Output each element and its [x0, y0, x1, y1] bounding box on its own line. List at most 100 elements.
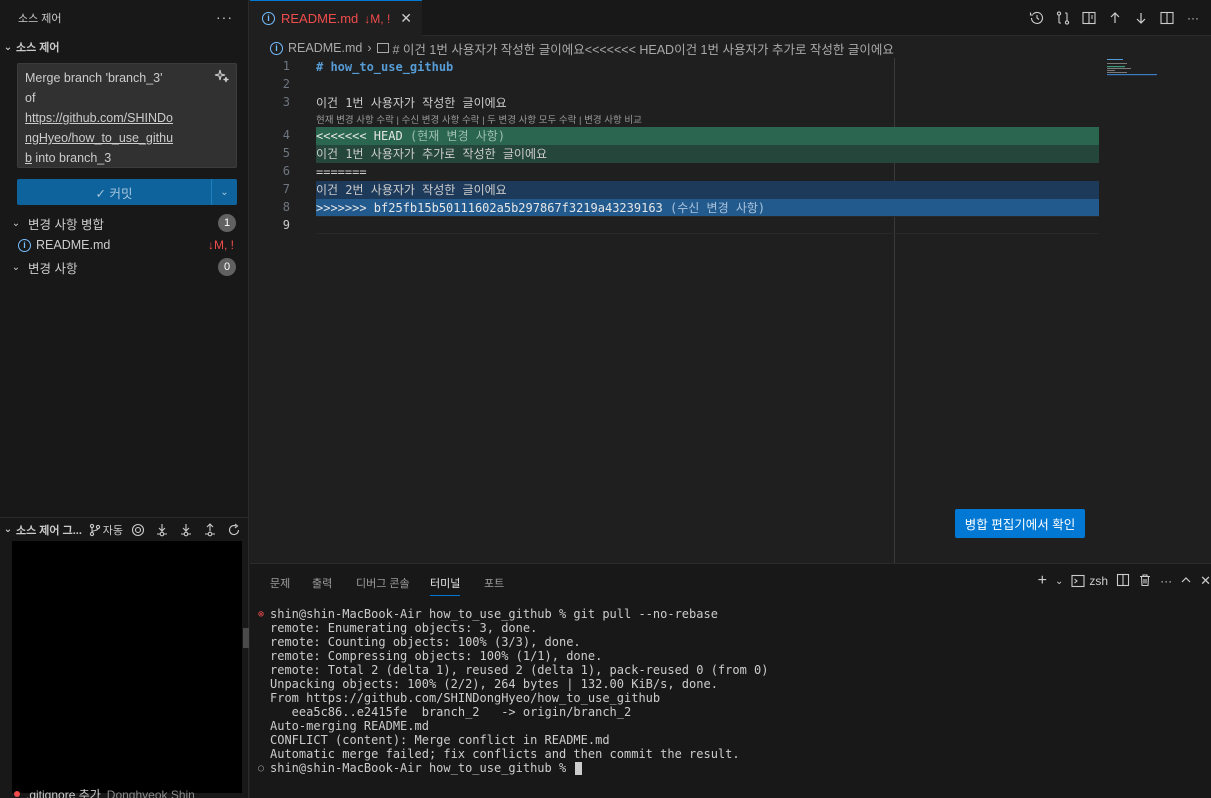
info-icon: i: [18, 238, 31, 252]
line-number: 1: [282, 59, 290, 73]
terminal-icon: [1071, 574, 1085, 588]
commit-message-link[interactable]: https://github.com/SHINDo: [25, 108, 229, 128]
editor-tab-bar: i README.md ↓M, ! ✕ ···: [250, 0, 1211, 36]
graph-toolbar: 자동: [89, 521, 243, 539]
maximize-panel-icon[interactable]: [1180, 574, 1192, 589]
terminal-prompt: shin@shin-MacBook-Air how_to_use_github …: [270, 761, 574, 775]
trash-icon[interactable]: [1138, 573, 1152, 590]
chevron-down-icon[interactable]: ⌄: [1055, 576, 1063, 587]
split-editor-icon[interactable]: [1157, 8, 1177, 28]
line-number: 2: [282, 77, 290, 91]
incoming-change-line: 이건 2번 사용자가 작성한 글이에요: [316, 181, 1099, 199]
terminal-prompt-line: ○ shin@shin-MacBook-Air how_to_use_github…: [258, 761, 1208, 775]
sidebar-header: 소스 제어 ···: [0, 0, 249, 36]
changed-file-readme[interactable]: i README.md ↓M, !: [0, 234, 249, 256]
terminal-line: remote: Enumerating objects: 3, done.: [270, 621, 538, 635]
graph-redacted-area: [12, 541, 242, 793]
new-terminal-icon[interactable]: +: [1038, 572, 1047, 590]
tab-label: README.md: [281, 11, 359, 26]
section-title: 소스 제어: [16, 42, 60, 54]
file-status-badge: ↓M, !: [208, 238, 234, 252]
commit-message-link-end[interactable]: b: [25, 151, 32, 165]
info-icon: i: [262, 12, 275, 25]
terminal-output[interactable]: ⊗ shin@shin-MacBook-Air how_to_use_github…: [258, 607, 1208, 775]
arrow-up-icon[interactable]: [1105, 8, 1125, 28]
more-actions-icon[interactable]: ···: [1183, 8, 1203, 28]
code-editor[interactable]: 1 2 3 4 5 6 7 8 9 # how_to_use_github 이건…: [250, 58, 1211, 563]
sidebar-title: 소스 제어: [18, 13, 62, 25]
terminal-line: Unpacking objects: 100% (2/2), 264 bytes…: [270, 677, 718, 691]
terminal-line: From https://github.com/SHINDongHyeo/how…: [270, 691, 661, 705]
tab-ports[interactable]: 포트: [484, 575, 504, 591]
chevron-down-icon: ⌄: [11, 261, 21, 273]
pull-icon[interactable]: [177, 521, 195, 539]
graph-title: 소스 제어 그...: [16, 524, 82, 537]
changes-group[interactable]: ⌄ 변경 사항 0: [0, 256, 249, 278]
commit-message-line: b into branch_3: [25, 148, 229, 168]
fetch-icon[interactable]: [153, 521, 171, 539]
symbol-icon: [376, 43, 389, 53]
branch-icon: [89, 523, 100, 537]
line-number-active: 9: [282, 218, 290, 232]
source-control-section-header[interactable]: ⌄ 소스 제어: [0, 36, 60, 58]
conflict-codelens[interactable]: 현재 변경 사항 수락 | 수신 변경 사항 수락 | 두 변경 사항 모두 수…: [316, 112, 642, 126]
compare-changes-icon[interactable]: [1053, 8, 1073, 28]
tab-output[interactable]: 출력: [312, 575, 332, 591]
chevron-down-icon: ⌄: [3, 41, 13, 53]
command-error-icon: ⊗: [258, 609, 265, 620]
commit-dropdown-button[interactable]: ⌄: [211, 179, 237, 205]
tab-readme[interactable]: i README.md ↓M, ! ✕: [250, 0, 422, 36]
breadcrumb-symbol[interactable]: # 이건 1번 사용자가 작성한 글이에요<<<<<<< HEAD이건 1번 사…: [393, 39, 894, 58]
more-actions-icon[interactable]: ···: [216, 9, 233, 25]
tab-debug-console[interactable]: 디버그 콘솔: [356, 575, 410, 591]
terminal-line: remote: Total 2 (delta 1), reused 2 (del…: [270, 663, 769, 677]
open-preview-icon[interactable]: [1079, 8, 1099, 28]
graph-scrollbar[interactable]: [243, 628, 249, 648]
commit-message-input[interactable]: Merge branch 'branch_3' of https://githu…: [17, 63, 237, 168]
bottom-panel: 문제 출력 디버그 콘솔 터미널 포트 + ⌄ zsh ··· ✕ ⊗ shin@…: [250, 563, 1211, 798]
current-change-line: 이건 1번 사용자가 추가로 작성한 글이에요: [316, 145, 1099, 163]
source-control-graph-header[interactable]: ⌄ 소스 제어 그... 자동: [0, 517, 249, 541]
terminal-line: remote: Counting objects: 100% (3/3), do…: [270, 635, 581, 649]
close-icon[interactable]: ✕: [400, 10, 412, 27]
push-icon[interactable]: [201, 521, 219, 539]
tab-status: ↓M, !: [364, 11, 391, 26]
commit-message-link[interactable]: ngHyeo/how_to_use_githu: [25, 128, 229, 148]
line-number: 7: [282, 182, 290, 196]
split-terminal-icon[interactable]: [1116, 573, 1130, 590]
line-number: 4: [282, 128, 290, 142]
breadcrumb-file[interactable]: README.md: [288, 41, 362, 55]
file-name: README.md: [36, 238, 111, 252]
breadcrumb: i README.md › # 이건 1번 사용자가 작성한 글이에요<<<<<…: [270, 38, 894, 58]
target-icon[interactable]: [129, 521, 147, 539]
minimap[interactable]: [1105, 58, 1161, 88]
graph-commit-row[interactable]: .gitignore 추가 Donghyeok Shin: [26, 786, 195, 798]
command-pending-icon: ○: [258, 763, 265, 774]
commit-button-main[interactable]: ✓ 커밋: [17, 183, 211, 202]
tab-problems[interactable]: 문제: [270, 575, 290, 591]
more-actions-icon[interactable]: ···: [1160, 574, 1172, 588]
chevron-down-icon: ⌄: [3, 524, 13, 535]
open-merge-editor-button[interactable]: 병합 편집기에서 확인: [955, 509, 1085, 538]
commit-author: Donghyeok Shin: [106, 788, 195, 798]
panel-toolbar: + ⌄ zsh ··· ✕: [1038, 572, 1211, 590]
merge-changes-group[interactable]: ⌄ 변경 사항 병합 1: [0, 212, 249, 234]
arrow-down-icon[interactable]: [1131, 8, 1151, 28]
sparkle-icon[interactable]: [214, 68, 230, 84]
terminal-line: eea5c86..e2415fe branch_2 -> origin/bran…: [270, 705, 632, 719]
info-icon: i: [270, 41, 283, 55]
code-line: 이건 1번 사용자가 작성한 글이에요: [316, 96, 507, 110]
tab-terminal[interactable]: 터미널: [430, 575, 461, 596]
graph-commit-dot: [14, 791, 20, 797]
graph-auto-button[interactable]: 자동: [89, 521, 123, 539]
terminal-shell-selector[interactable]: zsh: [1071, 574, 1108, 588]
current-line-highlight: [316, 216, 1099, 234]
commit-button[interactable]: ✓ 커밋 ⌄: [17, 179, 237, 205]
shell-label: zsh: [1089, 574, 1109, 588]
changes-label: 변경 사항: [28, 261, 78, 276]
refresh-icon[interactable]: [225, 521, 243, 539]
conflict-marker-incoming: >>>>>>> bf25fb15b50111602a5b297867f3219a…: [316, 201, 663, 215]
line-number: 5: [282, 146, 290, 160]
history-icon[interactable]: [1027, 8, 1047, 28]
close-panel-icon[interactable]: ✕: [1200, 573, 1211, 589]
